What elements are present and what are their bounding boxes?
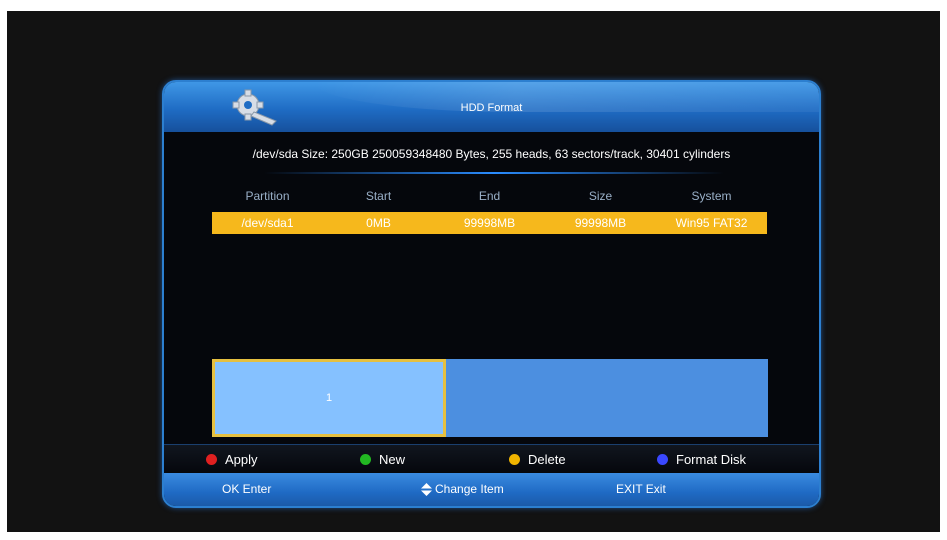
up-down-arrow-icon bbox=[421, 482, 432, 496]
divider bbox=[264, 172, 724, 174]
change-item-hint[interactable]: Change Item bbox=[421, 482, 504, 496]
red-dot-icon bbox=[206, 454, 217, 465]
header-size: Size bbox=[588, 189, 613, 203]
nav-hint-bar: OK Enter Change Item EXIT Exit bbox=[164, 473, 819, 506]
color-key-bar: Apply New Delete Format Disk bbox=[164, 444, 819, 473]
new-label: New bbox=[379, 452, 406, 467]
new-button[interactable]: New bbox=[360, 452, 405, 467]
apply-button[interactable]: Apply bbox=[206, 452, 258, 467]
format-disk-label: Format Disk bbox=[676, 452, 747, 467]
apply-label: Apply bbox=[225, 452, 258, 467]
window-title: HDD Format bbox=[460, 102, 523, 114]
disk-info: /dev/sda Size: 250GB 250059348480 Bytes,… bbox=[252, 147, 731, 161]
cell-end: 99998MB bbox=[463, 216, 516, 230]
cell-partition: /dev/sda1 bbox=[241, 216, 294, 230]
cell-start: 0MB bbox=[366, 216, 391, 230]
hdd-format-dialog: HDD Format /dev/sda Size: 250GB 25005934… bbox=[162, 80, 821, 508]
delete-button[interactable]: Delete bbox=[509, 452, 566, 467]
header-partition: Partition bbox=[245, 189, 290, 203]
cell-system: Win95 FAT32 bbox=[675, 216, 748, 230]
table-row[interactable]: /dev/sda1 0MB 99998MB 99998MB Win95 FAT3… bbox=[212, 212, 767, 234]
change-item-label: Change Item bbox=[435, 482, 504, 496]
partition-map: 1 bbox=[212, 359, 768, 437]
tv-screen: HDD Format /dev/sda Size: 250GB 25005934… bbox=[7, 11, 940, 532]
cell-size: 99998MB bbox=[574, 216, 627, 230]
partition-block[interactable]: 1 bbox=[212, 359, 446, 437]
header-end: End bbox=[478, 189, 501, 203]
ok-enter-hint[interactable]: OK Enter bbox=[222, 482, 271, 496]
header-system: System bbox=[691, 189, 732, 203]
delete-label: Delete bbox=[528, 452, 566, 467]
exit-hint[interactable]: EXIT Exit bbox=[616, 482, 666, 496]
title-bar: HDD Format bbox=[164, 82, 819, 132]
blue-dot-icon bbox=[657, 454, 668, 465]
yellow-dot-icon bbox=[509, 454, 520, 465]
table-header: Partition Start End Size System bbox=[212, 185, 767, 207]
green-dot-icon bbox=[360, 454, 371, 465]
format-disk-button[interactable]: Format Disk bbox=[657, 452, 746, 467]
header-start: Start bbox=[365, 189, 392, 203]
